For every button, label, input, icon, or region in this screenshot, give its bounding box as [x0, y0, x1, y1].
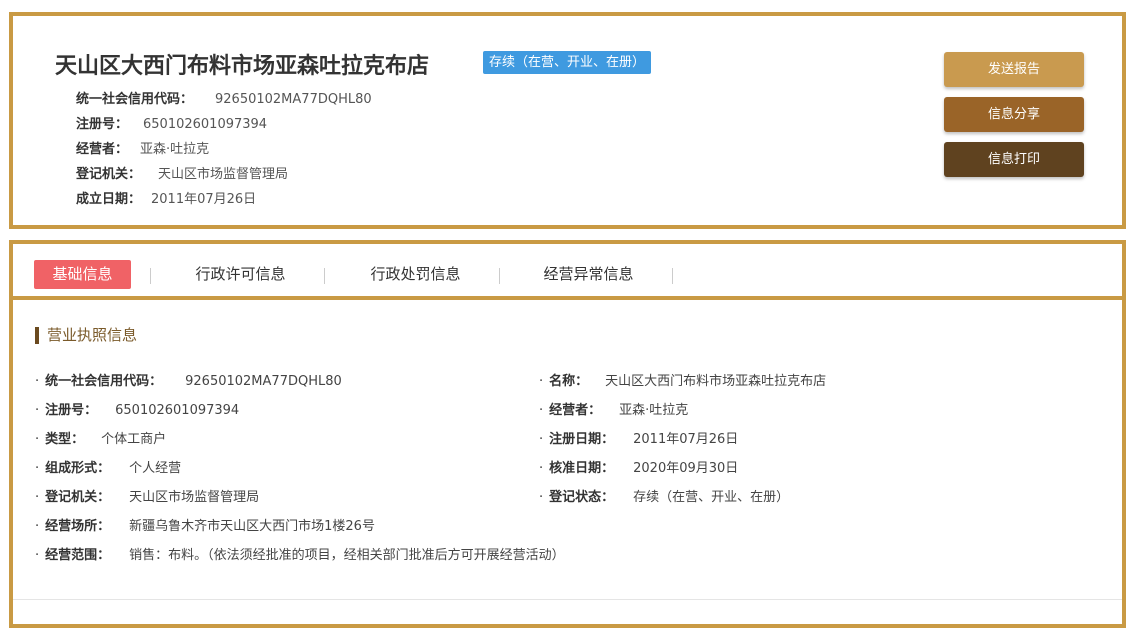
- field-label: 经营范围：: [45, 548, 111, 563]
- field-approval-date: · 核准日期： 2020年09月30日: [539, 457, 738, 476]
- info-label: 经营者：: [76, 142, 129, 157]
- company-name: 天山区大西门布料市场亚森吐拉克布店: [55, 54, 430, 79]
- field-value: 新疆乌鲁木齐市天山区大西门市场1楼26号: [129, 519, 375, 534]
- field-value: 92650102MA77DQHL80: [185, 374, 342, 389]
- company-header-card: 天山区大西门布料市场亚森吐拉克布店 存续（在营、开业、在册） 统一社会信用代码：…: [9, 12, 1126, 229]
- info-operator: 经营者： 亚森·吐拉克: [76, 138, 209, 157]
- field-name: · 名称： 天山区大西门布料市场亚森吐拉克布店: [539, 370, 826, 389]
- info-value: 2011年07月26日: [151, 192, 257, 207]
- field-value: 2011年07月26日: [633, 432, 739, 447]
- info-value: 亚森·吐拉克: [140, 142, 210, 157]
- main-info-card: 基础信息 行政许可信息 行政处罚信息 经营异常信息 营业执照信息 · 统一社会信用…: [9, 240, 1126, 628]
- info-label: 统一社会信用代码：: [76, 92, 194, 107]
- print-info-button[interactable]: 信息打印: [944, 142, 1084, 177]
- share-info-button[interactable]: 信息分享: [944, 97, 1084, 132]
- field-label: 统一社会信用代码：: [45, 374, 163, 389]
- info-reg-number: 注册号： 650102601097394: [76, 113, 267, 132]
- field-label: 类型：: [45, 432, 85, 447]
- tab-divider: [499, 268, 500, 284]
- field-label: 核准日期：: [549, 461, 615, 476]
- field-composition: · 组成形式： 个人经营: [35, 457, 181, 476]
- tab-basic-info[interactable]: 基础信息: [34, 260, 131, 289]
- field-value: 天山区市场监督管理局: [129, 490, 260, 505]
- info-established: 成立日期： 2011年07月26日: [76, 188, 256, 207]
- info-value: 650102601097394: [143, 117, 268, 132]
- field-reg-status: · 登记状态： 存续（在营、开业、在册）: [539, 486, 789, 505]
- field-value: 个人经营: [129, 461, 182, 476]
- field-value: 个体工商户: [101, 432, 167, 447]
- info-value: 天山区市场监督管理局: [158, 167, 289, 182]
- field-scope: · 经营范围： 销售：布料。（依法须经批准的项目，经相关部门批准后方可开展经营活动）: [35, 544, 565, 563]
- tab-divider: [150, 268, 151, 284]
- field-credit-code: · 统一社会信用代码： 92650102MA77DQHL80: [35, 370, 342, 389]
- divider: [13, 599, 1122, 600]
- send-report-button[interactable]: 发送报告: [944, 52, 1084, 87]
- field-label: 登记机关：: [45, 490, 111, 505]
- status-badge: 存续（在营、开业、在册）: [483, 51, 652, 74]
- tab-abnormal-operation[interactable]: 经营异常信息: [526, 260, 651, 289]
- field-value: 亚森·吐拉克: [619, 403, 689, 418]
- tab-divider: [672, 268, 673, 284]
- field-reg-date: · 注册日期： 2011年07月26日: [539, 428, 738, 447]
- field-value: 天山区大西门布料市场亚森吐拉克布店: [605, 374, 827, 389]
- field-label: 注册号：: [45, 403, 98, 418]
- tab-bar: 基础信息 行政许可信息 行政处罚信息 经营异常信息: [13, 244, 1122, 300]
- field-label: 名称：: [549, 374, 589, 389]
- section-title: 营业执照信息: [35, 327, 137, 344]
- field-label: 组成形式：: [45, 461, 111, 476]
- field-label: 经营场所：: [45, 519, 111, 534]
- field-reg-number: · 注册号： 650102601097394: [35, 399, 239, 418]
- info-authority: 登记机关： 天山区市场监督管理局: [76, 163, 288, 182]
- tab-divider: [324, 268, 325, 284]
- field-operator: · 经营者： 亚森·吐拉克: [539, 399, 688, 418]
- info-value: 92650102MA77DQHL80: [215, 92, 372, 107]
- field-type: · 类型： 个体工商户: [35, 428, 166, 447]
- tab-admin-license[interactable]: 行政许可信息: [178, 260, 303, 289]
- info-label: 成立日期：: [76, 192, 142, 207]
- info-label: 注册号：: [76, 117, 129, 132]
- field-value: 销售：布料。（依法须经批准的项目，经相关部门批准后方可开展经营活动）: [129, 548, 565, 563]
- field-label: 经营者：: [549, 403, 602, 418]
- info-label: 登记机关：: [76, 167, 142, 182]
- field-value: 2020年09月30日: [633, 461, 739, 476]
- field-authority: · 登记机关： 天山区市场监督管理局: [35, 486, 259, 505]
- field-address: · 经营场所： 新疆乌鲁木齐市天山区大西门市场1楼26号: [35, 515, 375, 534]
- field-value: 存续（在营、开业、在册）: [633, 490, 790, 505]
- info-credit-code: 统一社会信用代码： 92650102MA77DQHL80: [76, 88, 372, 107]
- field-label: 注册日期：: [549, 432, 615, 447]
- field-value: 650102601097394: [115, 403, 240, 418]
- tab-admin-penalty[interactable]: 行政处罚信息: [353, 260, 478, 289]
- field-label: 登记状态：: [549, 490, 615, 505]
